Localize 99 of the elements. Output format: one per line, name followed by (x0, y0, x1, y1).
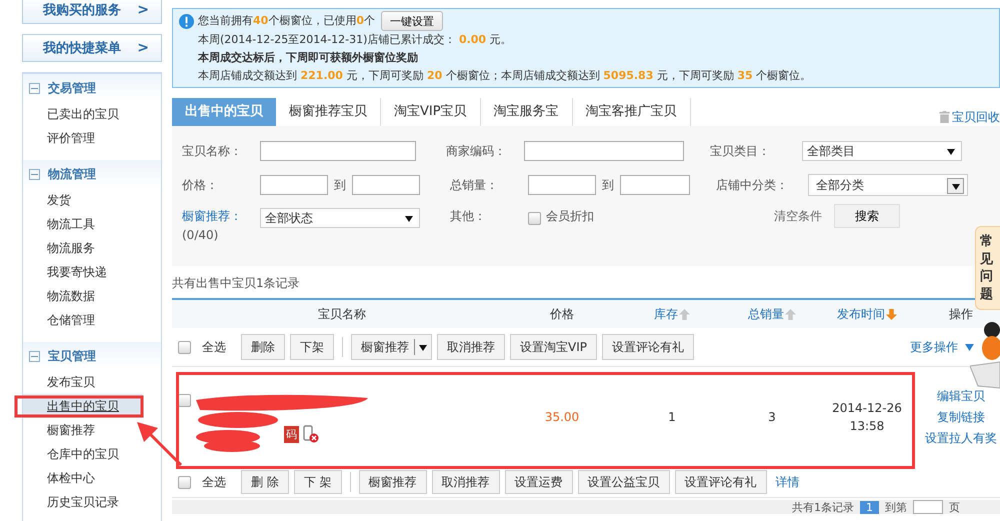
sidebar-item[interactable]: 体检中心 (23, 466, 143, 490)
shop-category-dropdown[interactable]: 全部分类 (808, 174, 968, 196)
field-label: 商家编码： (446, 142, 507, 160)
sidebar-item[interactable]: 我要寄快递 (23, 260, 143, 284)
toolbar-button[interactable]: 设置运费 (504, 470, 573, 494)
toolbar-button[interactable]: 设置公益宝贝 (578, 470, 670, 494)
sidebar-item[interactable]: 橱窗推荐 (23, 418, 143, 442)
range-label: 到 (334, 176, 346, 194)
column-header[interactable]: 库存 (654, 306, 678, 322)
toolbar-button[interactable]: 删除 (241, 334, 285, 360)
toolbar-button[interactable]: 取消推荐 (437, 334, 505, 360)
toolbar-button[interactable]: 橱窗推荐 (358, 470, 427, 494)
sidebar-item[interactable]: 仓库中的宝贝 (23, 442, 143, 466)
select-all-label: 全选 (202, 338, 226, 356)
down-arrow-icon[interactable] (886, 308, 897, 320)
window-count: (0/40) (182, 228, 220, 242)
toolbar-button[interactable]: 设置淘宝VIP (510, 334, 597, 360)
stock-cell-text: 1 (667, 410, 677, 424)
notice-text: 本周成交达标后，下周即可获额外橱窗位奖励 (198, 50, 418, 66)
checkbox[interactable] (178, 394, 191, 407)
goto-label: 到第 (885, 500, 907, 514)
caret-icon[interactable] (965, 344, 974, 350)
checkbox[interactable] (528, 212, 541, 225)
page-field[interactable] (913, 500, 943, 514)
column-header: 宝贝名称 (318, 306, 366, 322)
column-header: 价格 (550, 306, 574, 322)
max-sales-field[interactable] (620, 175, 690, 195)
record-count: 共有出售中宝贝1条记录 (172, 275, 300, 292)
notice-text: 本周(2014-12-25至2014-12-31)店铺已累计成交： 0.00 元。 (198, 32, 512, 48)
checkbox[interactable] (178, 340, 191, 354)
field-label: 宝贝类目： (710, 142, 771, 160)
toolbar-button[interactable]: 下 架 (294, 470, 342, 494)
toolbar-button[interactable]: 取消推荐 (432, 470, 500, 494)
sidebar-item[interactable]: 已卖出的宝贝 (23, 102, 143, 126)
select-all-label: 全选 (202, 474, 226, 490)
item-name-field[interactable] (260, 141, 416, 161)
time-text: 13:58 (850, 419, 884, 433)
row-action-link[interactable]: 设置拉人有奖 (925, 430, 997, 446)
notice-text: 您当前拥有40个橱窗位，已使用0个 (198, 13, 375, 29)
sidebar-item[interactable]: 物流工具 (23, 212, 143, 236)
help-tab[interactable]: 常见问题 (975, 226, 1000, 310)
sidebar-menu-button[interactable]: 我购买的服务 > (22, 0, 162, 24)
details-link[interactable]: 详情 (776, 474, 800, 490)
sidebar-menu-button[interactable]: 我的快捷菜单 > (22, 34, 162, 62)
category-dropdown[interactable]: 全部类目 (802, 141, 962, 161)
up-arrow-icon[interactable] (785, 308, 796, 320)
sidebar-item[interactable]: 发布宝贝 (23, 370, 143, 394)
info-icon (179, 14, 194, 29)
status-dropdown[interactable]: 全部状态 (260, 208, 420, 228)
min-sales-field[interactable] (528, 175, 596, 195)
field-label: 其他： (450, 208, 487, 225)
merchant-code-field[interactable] (524, 141, 684, 161)
column-header[interactable]: 总销量 (748, 306, 784, 322)
column-header[interactable]: 发布时间 (837, 306, 885, 322)
split-button[interactable]: 橱窗推荐 (351, 334, 432, 360)
sidebar-item[interactable]: 物流数据 (23, 284, 143, 308)
sidebar-item[interactable]: 历史宝贝记录 (23, 490, 143, 514)
pointer-arrow (137, 422, 182, 466)
toolbar-button[interactable]: 删 除 (241, 470, 289, 494)
collapse-icon[interactable] (29, 168, 40, 180)
sidebar-group-title: 物流管理 (48, 166, 96, 182)
toolbar-button[interactable]: 下架 (290, 334, 334, 360)
column-header: 操作 (949, 306, 973, 322)
recycle-bin-link[interactable]: 宝贝回收 (952, 108, 1000, 126)
sales-cell-text: 3 (767, 410, 777, 424)
row-action-link[interactable]: 编辑宝贝 (937, 388, 985, 404)
field-label: 价格： (182, 176, 219, 194)
quick-setup-button[interactable]: 一键设置 (380, 11, 443, 31)
date-text: 2014-12-26 (832, 401, 902, 415)
toolbar-button[interactable]: 设置评论有礼 (602, 334, 694, 360)
search-button[interactable]: 搜索 (834, 204, 900, 228)
code-badge: 码 (284, 426, 299, 442)
trash-icon (939, 111, 950, 123)
toolbar-button[interactable]: 设置评论有礼 (674, 470, 767, 494)
collapse-icon[interactable] (29, 350, 40, 362)
sidebar-group-title: 宝贝管理 (48, 348, 96, 364)
sidebar-item[interactable]: 仓储管理 (23, 308, 143, 332)
collapse-icon[interactable] (29, 82, 40, 94)
more-actions-link[interactable]: 更多操作 (910, 338, 958, 356)
up-arrow-icon[interactable] (679, 308, 690, 320)
row-action-link[interactable]: 复制链接 (937, 408, 985, 426)
notice-text: 本周店铺成交额达到 221.00 元，下周可奖励 20 个橱窗位；本周店铺成交额达到 5095.83 元，下周可奖励 35 个橱窗位。 (198, 68, 812, 84)
window-recommend-link[interactable]: 橱窗推荐： (182, 208, 260, 225)
field-label: 总销量： (450, 176, 499, 194)
max-price-field[interactable] (352, 175, 420, 195)
sidebar-item[interactable]: 物流服务 (23, 236, 143, 260)
checkbox[interactable] (178, 476, 191, 488)
range-label: 到 (602, 176, 614, 194)
sidebar-item[interactable]: 发货 (23, 188, 143, 212)
min-price-field[interactable] (260, 175, 328, 195)
field-label: 店铺中分类： (716, 176, 789, 194)
sidebar-item[interactable]: 评价管理 (23, 126, 143, 150)
checkbox-label: 会员折扣 (546, 208, 594, 225)
price-cell-text: 35.00 (544, 410, 580, 424)
clear-filters-link[interactable]: 清空条件 (774, 208, 822, 225)
sidebar-group-title: 交易管理 (48, 80, 96, 96)
total-records: 共有1条记录 (792, 500, 854, 514)
field-label: 宝贝名称： (182, 142, 243, 160)
page-unit: 页 (949, 500, 960, 514)
